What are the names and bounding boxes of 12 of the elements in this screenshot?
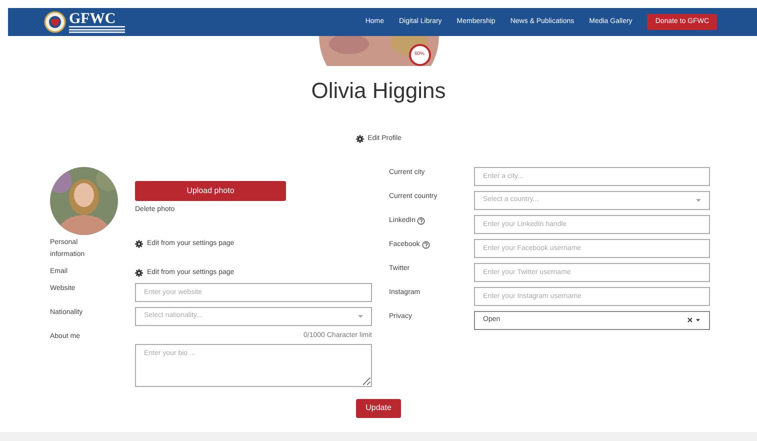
logo-text: GFWC [69, 12, 117, 26]
profile-name: Olivia Higgins [311, 78, 446, 104]
logo-icon [44, 11, 66, 33]
caret-icon [696, 198, 701, 202]
gear-icon [135, 268, 143, 277]
clear-caret-icon [687, 317, 701, 323]
upload-photo-button[interactable]: Upload photo [135, 180, 286, 200]
caret-icon [358, 315, 363, 318]
update-button[interactable]: Update [356, 398, 402, 418]
logo-tagline-drawing [69, 26, 125, 32]
gear-icon [135, 240, 143, 248]
gear-icon [356, 135, 364, 144]
